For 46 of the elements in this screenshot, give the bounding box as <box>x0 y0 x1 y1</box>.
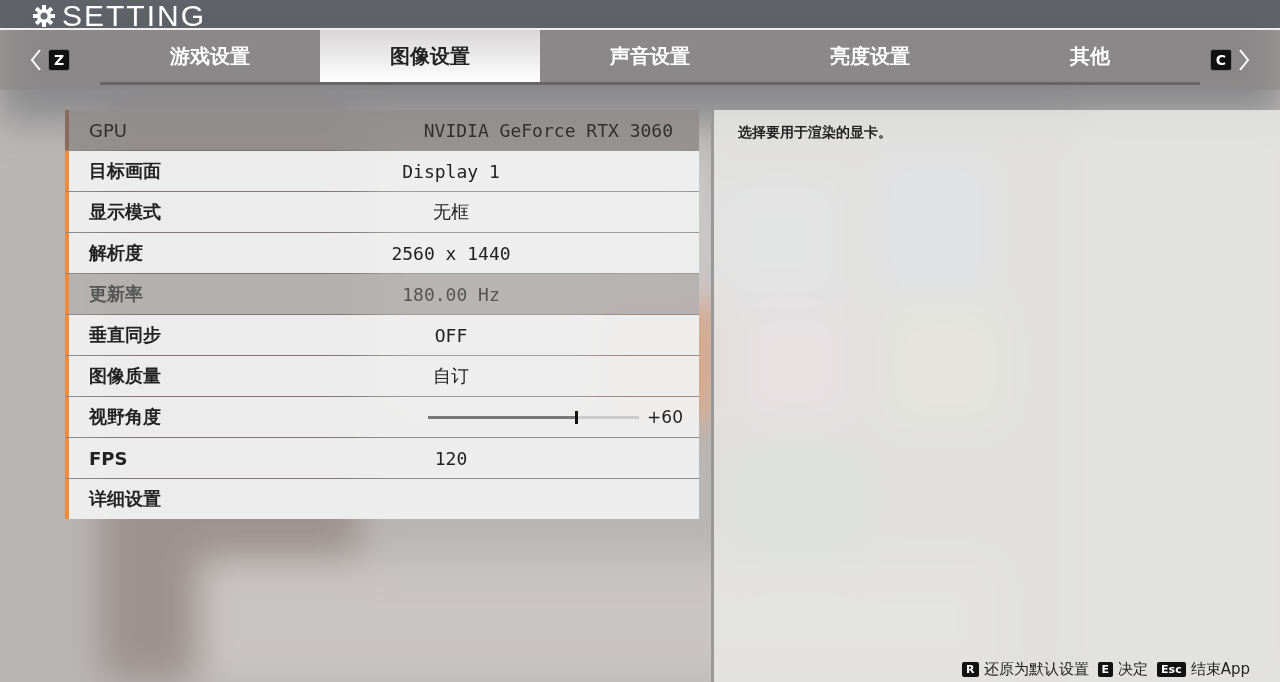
setting-row[interactable]: 垂直同步 OFF <box>65 315 699 355</box>
setting-label: 详细设置 <box>89 487 162 511</box>
setting-label: 更新率 <box>89 282 144 306</box>
setting-row[interactable]: FPS 120 <box>65 438 699 478</box>
tab[interactable]: 亮度设置 <box>760 30 980 82</box>
setting-label: GPU <box>89 119 128 141</box>
slider-thumb[interactable] <box>574 410 578 424</box>
setting-row[interactable]: 详细设置 <box>65 479 699 519</box>
setting-value: OFF <box>434 324 468 346</box>
setting-row[interactable]: 显示模式 无框 <box>65 192 699 232</box>
chevron-left-icon <box>30 49 42 71</box>
setting-value: 2560 x 1440 <box>391 242 511 264</box>
chevron-right-icon <box>1238 49 1250 71</box>
setting-row[interactable]: 解析度 2560 x 1440 <box>65 233 699 273</box>
setting-label: 垂直同步 <box>89 323 162 347</box>
setting-row[interactable]: 目标画面 Display 1 <box>65 151 699 191</box>
key-hint: Z <box>48 49 70 71</box>
setting-label: 目标画面 <box>89 159 162 183</box>
hint-label: 结束App <box>1190 660 1250 679</box>
setting-label: 视野角度 <box>89 405 162 429</box>
key-hint: R <box>962 662 979 677</box>
setting-value: 无框 <box>433 200 469 224</box>
tab[interactable]: 游戏设置 <box>100 30 320 82</box>
tab[interactable]: 图像设置 <box>320 30 540 82</box>
settings-icon <box>32 4 56 28</box>
hint-label: 决定 <box>1118 660 1149 679</box>
hint-label: 还原为默认设置 <box>983 660 1089 679</box>
setting-label: FPS <box>89 447 129 469</box>
setting-value: NVIDIA GeForce RTX 3060 <box>423 119 673 141</box>
setting-row[interactable]: 视野角度 +60 <box>65 397 699 437</box>
setting-value: Display 1 <box>402 160 500 182</box>
page-title: SETTING <box>62 1 206 31</box>
setting-label: 显示模式 <box>89 200 162 224</box>
key-hint: C <box>1210 49 1232 71</box>
slider-reading: +60 <box>647 407 683 427</box>
setting-label: 图像质量 <box>89 364 162 388</box>
description-text: 选择要用于渲染的显卡。 <box>738 124 893 142</box>
setting-value: 180.00 Hz <box>402 283 500 305</box>
setting-value: 自订 <box>433 364 469 388</box>
setting-row[interactable]: 图像质量 自订 <box>65 356 699 396</box>
setting-value: 120 <box>434 447 468 469</box>
setting-label: 解析度 <box>89 241 144 265</box>
key-hint: Esc <box>1157 662 1186 677</box>
tab[interactable]: 其他 <box>980 30 1200 82</box>
tab[interactable]: 声音设置 <box>540 30 760 82</box>
setting-row[interactable]: GPU NVIDIA GeForce RTX 3060 <box>65 110 699 150</box>
